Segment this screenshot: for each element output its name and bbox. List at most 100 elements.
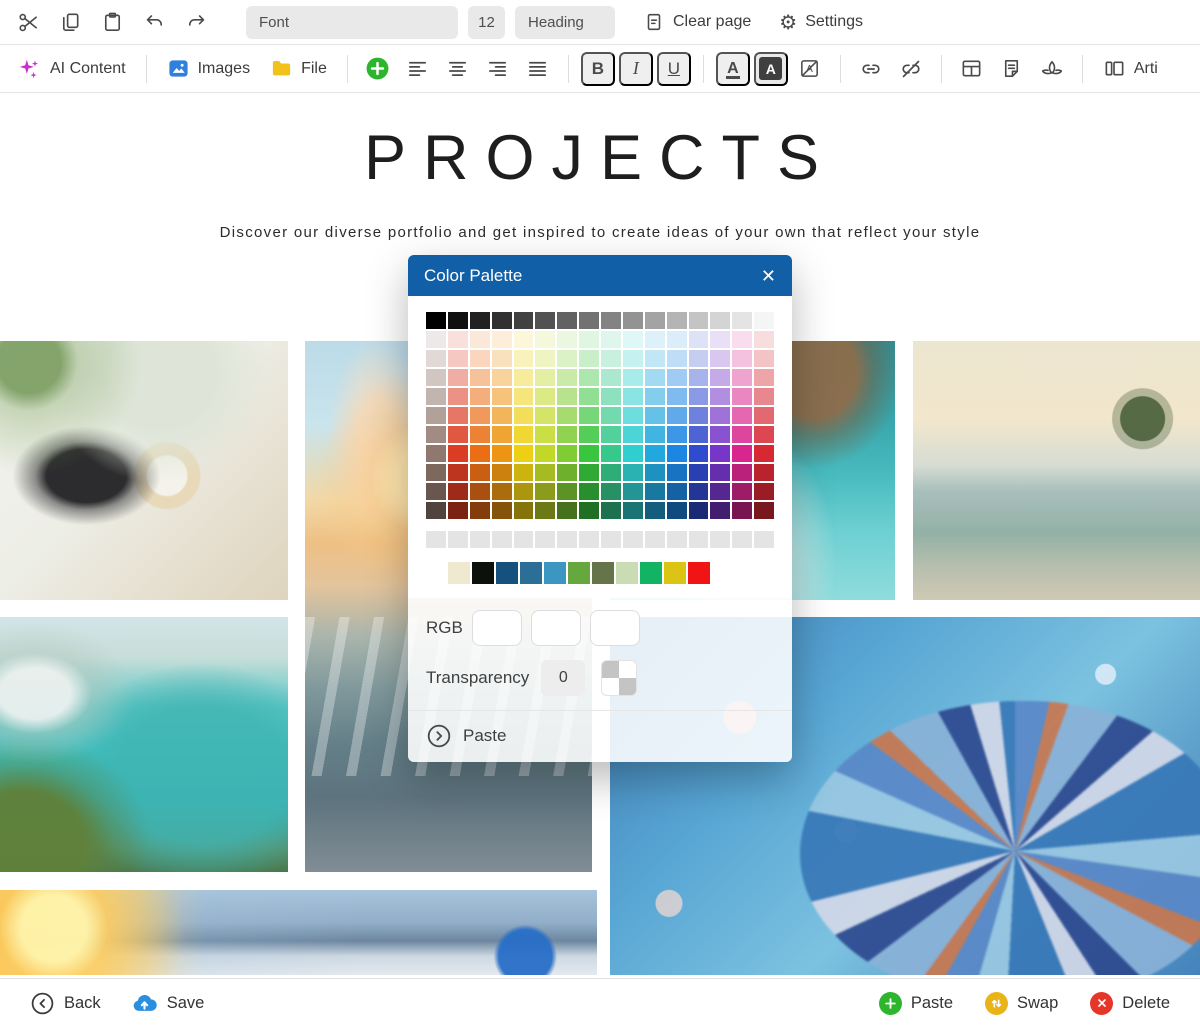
palette-cell[interactable] (426, 464, 446, 481)
palette-cell[interactable] (492, 331, 512, 348)
palette-cell[interactable] (689, 502, 709, 519)
palette-cell[interactable] (689, 531, 709, 548)
palette-cell[interactable] (579, 331, 599, 348)
transparency-checker-icon[interactable] (601, 660, 637, 696)
palette-cell[interactable] (710, 464, 730, 481)
palette-cell[interactable] (426, 502, 446, 519)
palette-cell[interactable] (557, 531, 577, 548)
palette-cell[interactable] (601, 312, 621, 329)
palette-cell[interactable] (579, 464, 599, 481)
palette-cell[interactable] (535, 331, 555, 348)
palette-cell[interactable] (667, 483, 687, 500)
palette-cell[interactable] (754, 388, 774, 405)
palette-cell[interactable] (535, 445, 555, 462)
palette-cell[interactable] (732, 331, 752, 348)
palette-cell[interactable] (470, 464, 490, 481)
palette-cell[interactable] (689, 407, 709, 424)
palette-cell[interactable] (544, 562, 566, 584)
palette-cell[interactable] (514, 407, 534, 424)
palette-cell[interactable] (710, 331, 730, 348)
palette-cell[interactable] (623, 445, 643, 462)
palette-cell[interactable] (601, 464, 621, 481)
palette-cell[interactable] (640, 562, 662, 584)
palette-cell[interactable] (623, 388, 643, 405)
rgb-g-input[interactable] (531, 610, 581, 646)
palette-cell[interactable] (664, 562, 686, 584)
justify-button[interactable] (520, 52, 556, 86)
redo-button[interactable] (178, 5, 214, 39)
photo-santorini-sunset[interactable] (0, 890, 597, 975)
palette-cell[interactable] (514, 426, 534, 443)
palette-cell[interactable] (579, 369, 599, 386)
rgb-r-input[interactable] (472, 610, 522, 646)
palette-cell[interactable] (448, 312, 468, 329)
palette-cell[interactable] (535, 426, 555, 443)
photo-desk-camera-coffee[interactable] (0, 341, 288, 600)
palette-cell[interactable] (579, 312, 599, 329)
back-button[interactable]: Back (30, 990, 101, 1017)
palette-cell[interactable] (557, 312, 577, 329)
palette-cell[interactable] (470, 369, 490, 386)
palette-cell[interactable] (689, 426, 709, 443)
file-button[interactable]: File (262, 51, 335, 87)
palette-cell[interactable] (645, 426, 665, 443)
palette-cell[interactable] (732, 464, 752, 481)
ai-content-button[interactable]: AI Content (8, 51, 134, 87)
palette-cell[interactable] (667, 407, 687, 424)
palette-cell[interactable] (754, 502, 774, 519)
palette-cell[interactable] (492, 483, 512, 500)
palette-cell[interactable] (710, 445, 730, 462)
palette-cell[interactable] (754, 350, 774, 367)
palette-cell[interactable] (470, 331, 490, 348)
palette-cell[interactable] (535, 502, 555, 519)
palette-cell[interactable] (448, 407, 468, 424)
palette-cell[interactable] (601, 445, 621, 462)
palette-cell[interactable] (645, 445, 665, 462)
palette-cell[interactable] (732, 407, 752, 424)
font-family-select[interactable]: Font (246, 6, 458, 39)
paste-button[interactable] (94, 5, 130, 39)
palette-cell[interactable] (645, 502, 665, 519)
photo-infinity-pool-palm[interactable] (913, 341, 1200, 600)
delete-button[interactable]: Delete (1090, 992, 1170, 1015)
palette-cell[interactable] (448, 483, 468, 500)
decoration-button[interactable] (1034, 52, 1070, 86)
palette-cell[interactable] (448, 331, 468, 348)
palette-cell[interactable] (535, 388, 555, 405)
palette-cell[interactable] (689, 350, 709, 367)
palette-cell[interactable] (514, 445, 534, 462)
palette-cell[interactable] (754, 531, 774, 548)
palette-cell[interactable] (514, 312, 534, 329)
palette-cell[interactable] (732, 502, 752, 519)
palette-cell[interactable] (492, 531, 512, 548)
palette-cell[interactable] (557, 464, 577, 481)
palette-cell[interactable] (470, 350, 490, 367)
palette-cell[interactable] (470, 531, 490, 548)
align-center-button[interactable] (440, 52, 476, 86)
palette-cell[interactable] (645, 483, 665, 500)
palette-cell[interactable] (710, 350, 730, 367)
palette-cell[interactable] (710, 388, 730, 405)
palette-cell[interactable] (535, 350, 555, 367)
paste-color-button[interactable]: Paste (408, 710, 792, 762)
palette-cell[interactable] (426, 426, 446, 443)
cut-button[interactable] (10, 5, 46, 39)
palette-cell[interactable] (470, 445, 490, 462)
palette-cell[interactable] (623, 312, 643, 329)
underline-button[interactable]: U (657, 52, 691, 86)
add-element-button[interactable] (360, 52, 396, 86)
palette-cell[interactable] (601, 388, 621, 405)
palette-cell[interactable] (710, 407, 730, 424)
palette-cell[interactable] (710, 426, 730, 443)
paste-element-button[interactable]: Paste (879, 992, 953, 1015)
palette-cell[interactable] (623, 331, 643, 348)
text-background-color-button[interactable]: A (754, 52, 788, 86)
palette-cell[interactable] (579, 388, 599, 405)
palette-cell[interactable] (754, 464, 774, 481)
palette-cell[interactable] (535, 369, 555, 386)
palette-cell[interactable] (448, 350, 468, 367)
align-left-button[interactable] (400, 52, 436, 86)
palette-cell[interactable] (645, 350, 665, 367)
palette-cell[interactable] (579, 502, 599, 519)
palette-cell[interactable] (492, 445, 512, 462)
